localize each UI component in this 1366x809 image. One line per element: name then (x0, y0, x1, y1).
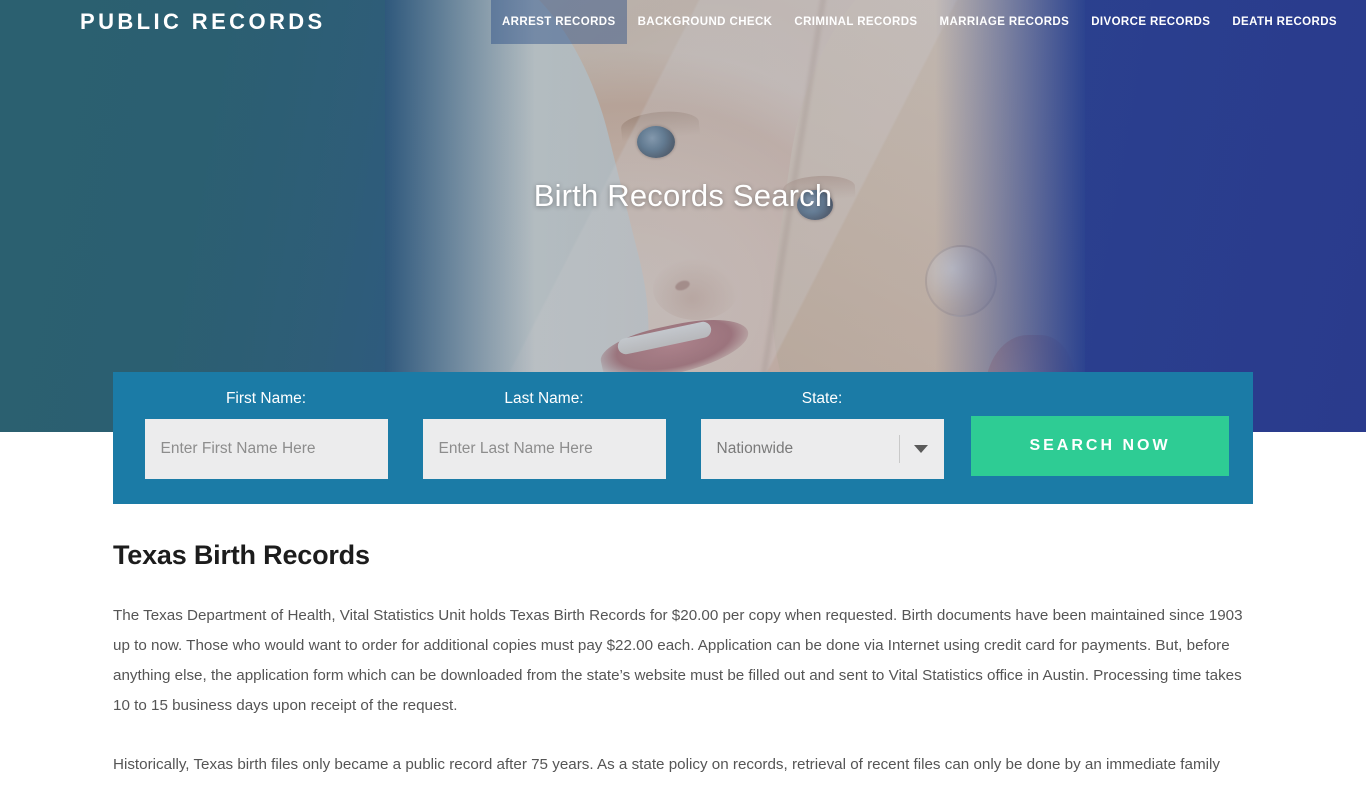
site-logo[interactable]: PUBLIC RECORDS (80, 9, 326, 35)
nav-item-marriage-records[interactable]: MARRIAGE RECORDS (929, 0, 1081, 44)
page-title: Birth Records Search (533, 178, 833, 213)
photo-fade-left (385, 0, 535, 432)
hero-banner: PUBLIC RECORDS ARREST RECORDS BACKGROUND… (0, 0, 1366, 432)
first-name-label: First Name: (225, 390, 307, 407)
submit-group: SEARCH NOW (961, 390, 1239, 476)
nav-item-death-records[interactable]: DEATH RECORDS (1221, 0, 1348, 44)
nav-item-criminal-records[interactable]: CRIMINAL RECORDS (783, 0, 928, 44)
article-paragraph-1: The Texas Department of Health, Vital St… (113, 607, 1243, 714)
state-selected-value: Nationwide (716, 440, 794, 457)
state-label: State: (801, 390, 843, 407)
article-content: Texas Birth Records The Texas Department… (113, 540, 1256, 809)
records-search-form: First Name: Last Name: State: Nationwide… (113, 372, 1253, 504)
article-paragraph-2: Historically, Texas birth files only bec… (113, 756, 1220, 773)
first-name-input[interactable] (144, 419, 388, 479)
nav-item-divorce-records[interactable]: DIVORCE RECORDS (1080, 0, 1221, 44)
last-name-label: Last Name: (504, 390, 584, 407)
select-divider (898, 435, 900, 463)
state-select[interactable]: Nationwide (700, 419, 944, 479)
search-now-button[interactable]: SEARCH NOW (971, 416, 1229, 476)
article-heading: Texas Birth Records (113, 540, 370, 570)
top-navigation-bar: PUBLIC RECORDS ARREST RECORDS BACKGROUND… (0, 0, 1366, 44)
last-name-input[interactable] (422, 419, 666, 479)
first-name-field-group: First Name: (127, 390, 405, 479)
nav-item-arrest-records[interactable]: ARREST RECORDS (490, 0, 627, 44)
nav-item-background-check[interactable]: BACKGROUND CHECK (627, 0, 784, 44)
last-name-field-group: Last Name: (405, 390, 683, 479)
hero-baby-image (385, 0, 1085, 432)
chevron-down-icon (913, 445, 928, 453)
photo-fade-right (935, 0, 1085, 432)
main-nav: ARREST RECORDS BACKGROUND CHECK CRIMINAL… (490, 0, 1348, 44)
state-field-group: State: Nationwide (683, 390, 961, 479)
